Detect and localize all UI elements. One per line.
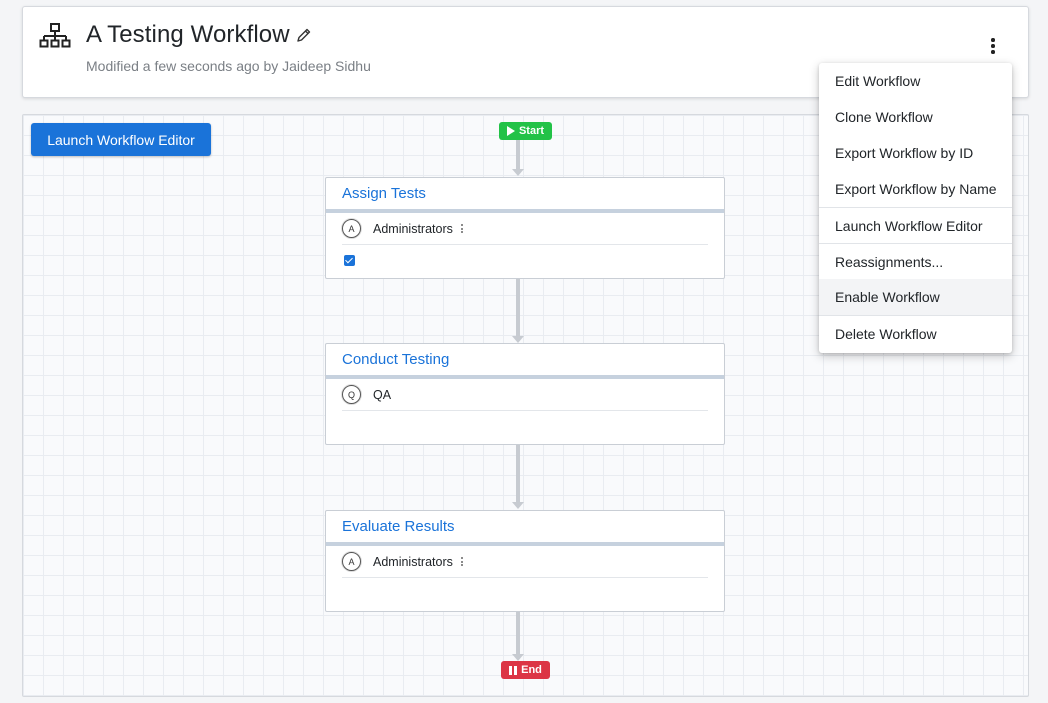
step-title[interactable]: Conduct Testing	[326, 344, 724, 379]
menu-item-clone-workflow[interactable]: Clone Workflow	[819, 99, 1012, 135]
modified-info: Modified a few seconds ago by Jaideep Si…	[86, 58, 371, 74]
assignee-row: Q QA	[342, 379, 708, 411]
end-node: End	[501, 661, 550, 679]
menu-item-export-by-id[interactable]: Export Workflow by ID	[819, 135, 1012, 171]
menu-item-launch-editor[interactable]: Launch Workflow Editor	[819, 207, 1012, 243]
start-label: Start	[518, 125, 545, 137]
title-row: A Testing Workflow	[86, 21, 312, 49]
assignee-name: Administrators	[373, 221, 453, 236]
launch-workflow-editor-button[interactable]: Launch Workflow Editor	[31, 123, 211, 156]
sitemap-icon	[39, 23, 71, 48]
step-title[interactable]: Evaluate Results	[326, 511, 724, 546]
workflow-step[interactable]: Evaluate Results A Administrators	[325, 510, 725, 612]
more-options-icon[interactable]	[983, 33, 1003, 59]
end-label: End	[521, 664, 542, 676]
connector	[516, 445, 520, 502]
pencil-icon[interactable]	[296, 27, 312, 43]
arrow-down-icon	[512, 169, 524, 176]
pause-icon	[509, 665, 518, 675]
workflow-step[interactable]: Assign Tests A Administrators	[325, 177, 725, 279]
assignee-name: Administrators	[373, 554, 453, 569]
assignee-name: QA	[373, 387, 392, 402]
step-title[interactable]: Assign Tests	[326, 178, 724, 213]
menu-item-delete-workflow[interactable]: Delete Workflow	[819, 315, 1012, 351]
assignee-options-icon[interactable]	[459, 222, 465, 235]
avatar: A	[342, 552, 361, 571]
page-title: A Testing Workflow	[86, 21, 290, 48]
connector	[516, 611, 520, 654]
avatar: A	[342, 219, 361, 238]
menu-item-enable-workflow[interactable]: Enable Workflow	[819, 279, 1012, 315]
play-icon	[506, 126, 515, 136]
assignee-options-icon[interactable]	[459, 555, 465, 568]
menu-item-edit-workflow[interactable]: Edit Workflow	[819, 63, 1012, 99]
arrow-down-icon	[512, 336, 524, 343]
assignee-row: A Administrators	[342, 213, 708, 245]
assignee-row: A Administrators	[342, 546, 708, 578]
menu-item-export-by-name[interactable]: Export Workflow by Name	[819, 171, 1012, 207]
connector	[516, 140, 520, 169]
workflow-step[interactable]: Conduct Testing Q QA	[325, 343, 725, 445]
avatar: Q	[342, 385, 361, 404]
menu-item-reassignments[interactable]: Reassignments...	[819, 243, 1012, 279]
start-node: Start	[499, 122, 552, 140]
arrow-down-icon	[512, 502, 524, 509]
connector	[516, 278, 520, 336]
arrow-down-icon	[512, 654, 524, 661]
workflow-actions-menu: Edit Workflow Clone Workflow Export Work…	[819, 63, 1012, 353]
step-checkbox[interactable]	[344, 255, 355, 266]
